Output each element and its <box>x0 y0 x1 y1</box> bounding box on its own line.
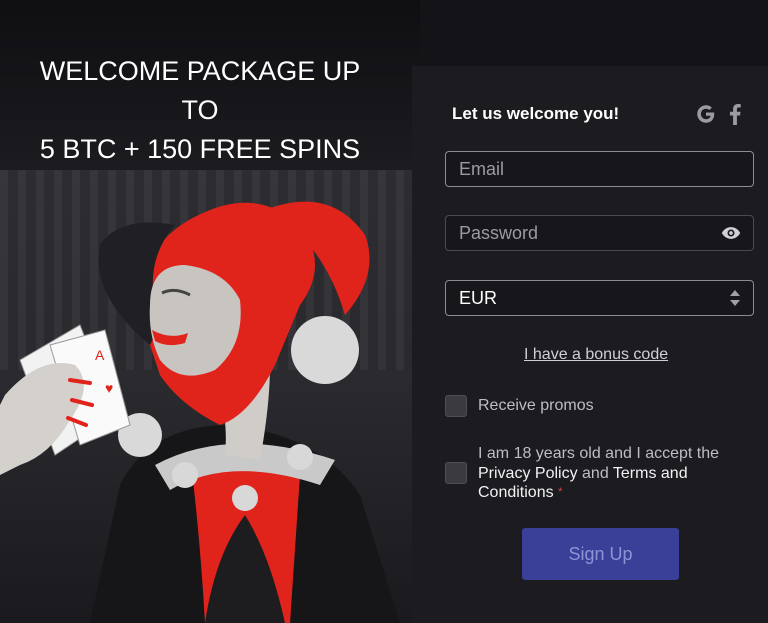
password-field[interactable] <box>445 215 754 251</box>
panel-title: Let us welcome you! <box>452 104 620 123</box>
signup-panel: Let us welcome you! EUR I have a bonus c… <box>412 66 768 623</box>
receive-promos-label: Receive promos <box>478 397 594 414</box>
and-text: and <box>582 464 609 482</box>
email-field[interactable] <box>445 151 754 187</box>
age-terms-text: I am 18 years old and I accept the <box>478 445 720 462</box>
headline-line-2: TO <box>181 95 219 125</box>
password-input[interactable] <box>459 216 719 250</box>
email-input[interactable] <box>459 152 719 186</box>
svg-text:♥: ♥ <box>105 380 113 396</box>
up-down-chevron-icon <box>730 290 740 306</box>
bonus-code-link[interactable]: I have a bonus code <box>524 346 668 364</box>
hero-banner: WELCOME PACKAGE UP TO 5 BTC + 150 FREE S… <box>0 0 420 623</box>
receive-promos-checkbox[interactable] <box>445 395 467 417</box>
headline-line-1: WELCOME PACKAGE UP <box>39 56 361 86</box>
required-asterisk: * <box>558 486 563 498</box>
jester-illustration: A ♦ ♥ <box>0 201 400 623</box>
welcome-package-headline: WELCOME PACKAGE UP TO 5 BTC + 150 FREE S… <box>10 52 390 169</box>
facebook-icon[interactable] <box>727 102 743 126</box>
currency-select[interactable]: EUR <box>445 280 754 316</box>
svg-text:A: A <box>95 347 105 363</box>
currency-value: EUR <box>459 288 498 308</box>
age-terms-checkbox[interactable] <box>445 462 467 484</box>
sign-up-button[interactable]: Sign Up <box>522 528 679 580</box>
age-terms-label: I am 18 years old and I accept the Priva… <box>478 444 758 503</box>
google-icon[interactable] <box>694 102 718 126</box>
eye-icon[interactable] <box>721 225 741 241</box>
privacy-policy-link[interactable]: Privacy Policy <box>478 465 578 482</box>
